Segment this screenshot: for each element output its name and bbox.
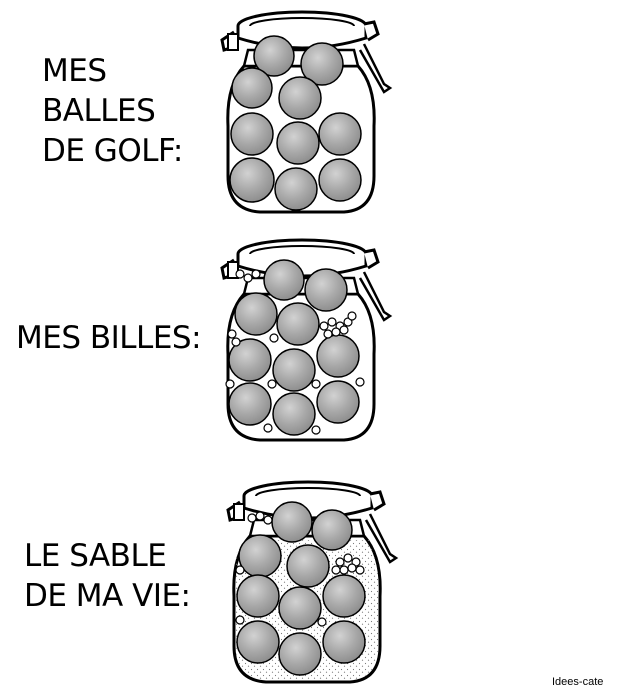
caption-marbles-line-1: MES BILLES: [16,320,202,356]
caption-sand-line-2: DE MA VIE: [24,578,191,614]
credit-text: Idees-cate [552,676,604,688]
jar-golf-balls [220,10,392,214]
caption-golf-balls: MES BALLES DE GOLF: [42,51,183,171]
caption-sand-line-1: LE SABLE [24,538,167,574]
caption-golf-line-1: MES [42,53,107,89]
jar-marbles [220,238,392,442]
caption-golf-line-3: DE GOLF: [42,133,183,169]
caption-sand: LE SABLE DE MA VIE: [24,536,191,616]
caption-golf-line-2: BALLES [42,93,156,129]
caption-marbles: MES BILLES: [16,318,202,358]
jar-sand [226,480,398,684]
